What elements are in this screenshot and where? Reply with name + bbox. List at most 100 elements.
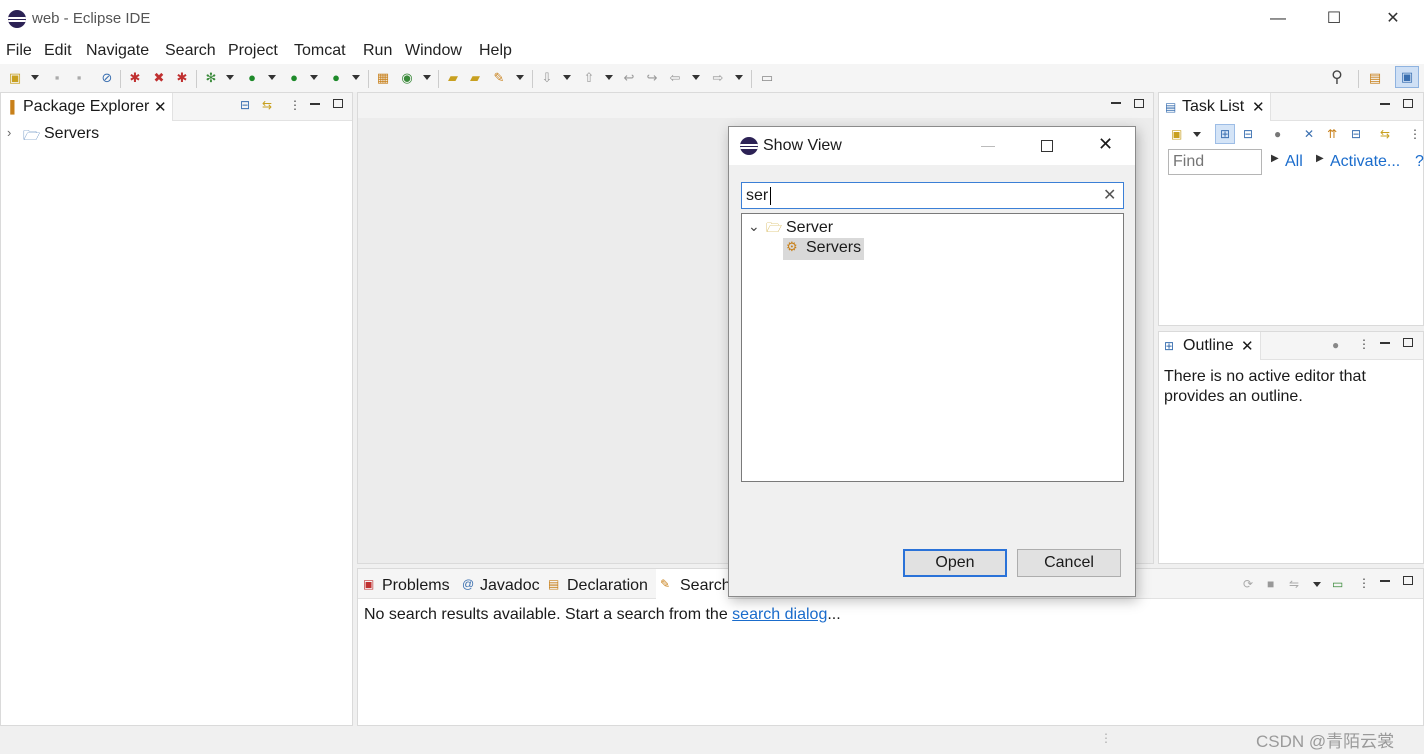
minimize-view-icon[interactable]	[1380, 103, 1390, 105]
minimize-view-icon[interactable]	[1380, 342, 1390, 344]
menu-project[interactable]: Project	[228, 42, 278, 60]
pin-editor-icon[interactable]: ▭	[758, 70, 776, 86]
java-perspective-button[interactable]: ▣	[1395, 66, 1419, 88]
stop-server-icon[interactable]: ✖	[150, 70, 168, 86]
find-task-input[interactable]	[1168, 149, 1262, 175]
synchronize-icon[interactable]: ⇈	[1327, 127, 1337, 141]
focus-icon[interactable]: ●	[1332, 338, 1339, 352]
view-menu-icon[interactable]: ⋮	[1358, 576, 1370, 590]
expand-arrow-icon[interactable]: ›	[7, 125, 11, 140]
close-button[interactable]: ✕	[1370, 4, 1416, 34]
cancel-button[interactable]: Cancel	[1017, 549, 1121, 577]
link-icon[interactable]: ⇆	[1380, 127, 1390, 141]
tab-task-list[interactable]: ▤ Task List ✕	[1159, 93, 1271, 121]
external-tools-dropdown-icon[interactable]	[352, 75, 360, 80]
tab-outline[interactable]: ⊞ Outline ✕	[1159, 332, 1261, 360]
back-dropdown-icon[interactable]	[692, 75, 700, 80]
debug-dropdown-icon[interactable]	[226, 75, 234, 80]
hide-completed-icon[interactable]: ✕	[1304, 127, 1314, 141]
minimize-editor-icon[interactable]	[1111, 102, 1121, 104]
dialog-close-icon[interactable]: ✕	[1098, 134, 1113, 155]
open-button[interactable]: Open	[903, 549, 1007, 577]
new-icon[interactable]: ▣	[6, 70, 24, 86]
refresh-icon[interactable]: ⟳	[1243, 577, 1253, 591]
tab-package-explorer[interactable]: ▐ Package Explorer ✕	[1, 93, 173, 121]
save-icon[interactable]: ▪	[48, 70, 66, 86]
menu-help[interactable]: Help	[479, 42, 512, 60]
scheduled-icon[interactable]: ⊟	[1243, 127, 1253, 141]
close-tab-icon[interactable]: ✕	[1252, 98, 1265, 116]
start-server-icon[interactable]: ✱	[126, 70, 144, 86]
coverage-icon[interactable]: ●	[285, 70, 303, 86]
tab-declaration[interactable]: ▤ Declaration	[544, 569, 654, 599]
open-task-icon[interactable]: ▰	[466, 70, 484, 86]
maximize-editor-icon[interactable]	[1134, 99, 1144, 108]
open-type-icon[interactable]: ▰	[444, 70, 462, 86]
tree-item-servers[interactable]: ⚙ Servers	[783, 238, 864, 260]
forward-icon[interactable]: ⇨	[709, 70, 727, 86]
minimize-button[interactable]: —	[1255, 4, 1301, 34]
collapse-arrow-icon[interactable]: ⌄	[748, 218, 760, 235]
search-tool-icon[interactable]: ✎	[490, 70, 508, 86]
new-java-class-icon[interactable]: ◉	[398, 70, 416, 86]
activate-task-link[interactable]: Activate...	[1330, 153, 1400, 171]
search-dropdown-icon[interactable]	[516, 75, 524, 80]
run-icon[interactable]: ●	[243, 70, 261, 86]
coverage-dropdown-icon[interactable]	[310, 75, 318, 80]
maximize-view-icon[interactable]	[1403, 576, 1413, 585]
search-icon[interactable]: ⚲	[1328, 70, 1346, 86]
last-edit-location-icon[interactable]: ↩	[620, 70, 638, 86]
clear-filter-icon[interactable]: ✕	[1103, 185, 1116, 205]
next-annotation-icon[interactable]: ⇩	[538, 70, 556, 86]
view-tree[interactable]: ⌄ 🗁 Server ⚙ Servers	[741, 213, 1124, 482]
tab-javadoc[interactable]: @ Javadoc	[458, 569, 543, 599]
view-menu-icon[interactable]: ⋮	[1409, 127, 1421, 141]
tree-item-servers[interactable]: › 🗁 Servers	[5, 125, 205, 147]
new-task-icon[interactable]: ▣	[1171, 127, 1182, 141]
pin-view-icon[interactable]: ▭	[1332, 577, 1343, 591]
tree-category-server[interactable]: ⌄ 🗁 Server	[742, 218, 1123, 240]
collapse-all-icon[interactable]: ⊟	[1351, 127, 1361, 141]
external-tools-icon[interactable]: ●	[327, 70, 345, 86]
categorized-button[interactable]: ⊞	[1215, 124, 1235, 144]
new-dropdown-icon[interactable]	[31, 75, 39, 80]
help-link[interactable]: ?	[1415, 153, 1424, 171]
save-all-icon[interactable]: ▪	[70, 70, 88, 86]
close-tab-icon[interactable]: ✕	[1241, 337, 1254, 355]
history-dropdown-icon[interactable]	[1313, 582, 1321, 587]
menu-run[interactable]: Run	[363, 42, 392, 60]
menu-search[interactable]: Search	[165, 42, 216, 60]
maximize-view-icon[interactable]	[1403, 338, 1413, 347]
tab-problems[interactable]: ▣ Problems	[358, 569, 453, 599]
menu-navigate[interactable]: Navigate	[86, 42, 149, 60]
menu-window[interactable]: Window	[405, 42, 462, 60]
link-with-editor-icon[interactable]: ⇆	[262, 98, 272, 112]
minimize-view-icon[interactable]	[310, 103, 320, 105]
back-icon[interactable]: ⇦	[666, 70, 684, 86]
view-menu-icon[interactable]: ⋮	[1358, 337, 1370, 351]
run-dropdown-icon[interactable]	[268, 75, 276, 80]
filter-input[interactable]: ser	[746, 187, 768, 205]
cancel-search-icon[interactable]: ■	[1267, 577, 1274, 591]
skip-breakpoints-icon[interactable]: ⊘	[98, 70, 116, 86]
new-task-dropdown-icon[interactable]	[1193, 132, 1201, 137]
forward-dropdown-icon[interactable]	[735, 75, 743, 80]
view-menu-icon[interactable]: ⋮	[289, 98, 301, 112]
new-java-package-icon[interactable]: ▦	[374, 70, 392, 86]
menu-edit[interactable]: Edit	[44, 42, 72, 60]
open-perspective-icon[interactable]: ▤	[1366, 70, 1384, 86]
minimize-view-icon[interactable]	[1380, 580, 1390, 582]
debug-icon[interactable]: ✻	[202, 70, 220, 86]
collapse-all-icon[interactable]: ⊟	[240, 98, 250, 112]
new-class-dropdown-icon[interactable]	[423, 75, 431, 80]
maximize-button[interactable]: ☐	[1311, 4, 1357, 34]
focus-icon[interactable]: ●	[1274, 127, 1281, 141]
restart-server-icon[interactable]: ✱	[173, 70, 191, 86]
filter-field[interactable]: ser ✕	[741, 182, 1124, 209]
maximize-view-icon[interactable]	[333, 99, 343, 108]
tab-search[interactable]: ✎ Search	[656, 569, 731, 599]
all-tasks-link[interactable]: All	[1285, 153, 1303, 171]
menu-tomcat[interactable]: Tomcat	[294, 42, 346, 60]
history-icon[interactable]: ⇋	[1289, 577, 1299, 591]
forward-edit-icon[interactable]: ↪	[643, 70, 661, 86]
